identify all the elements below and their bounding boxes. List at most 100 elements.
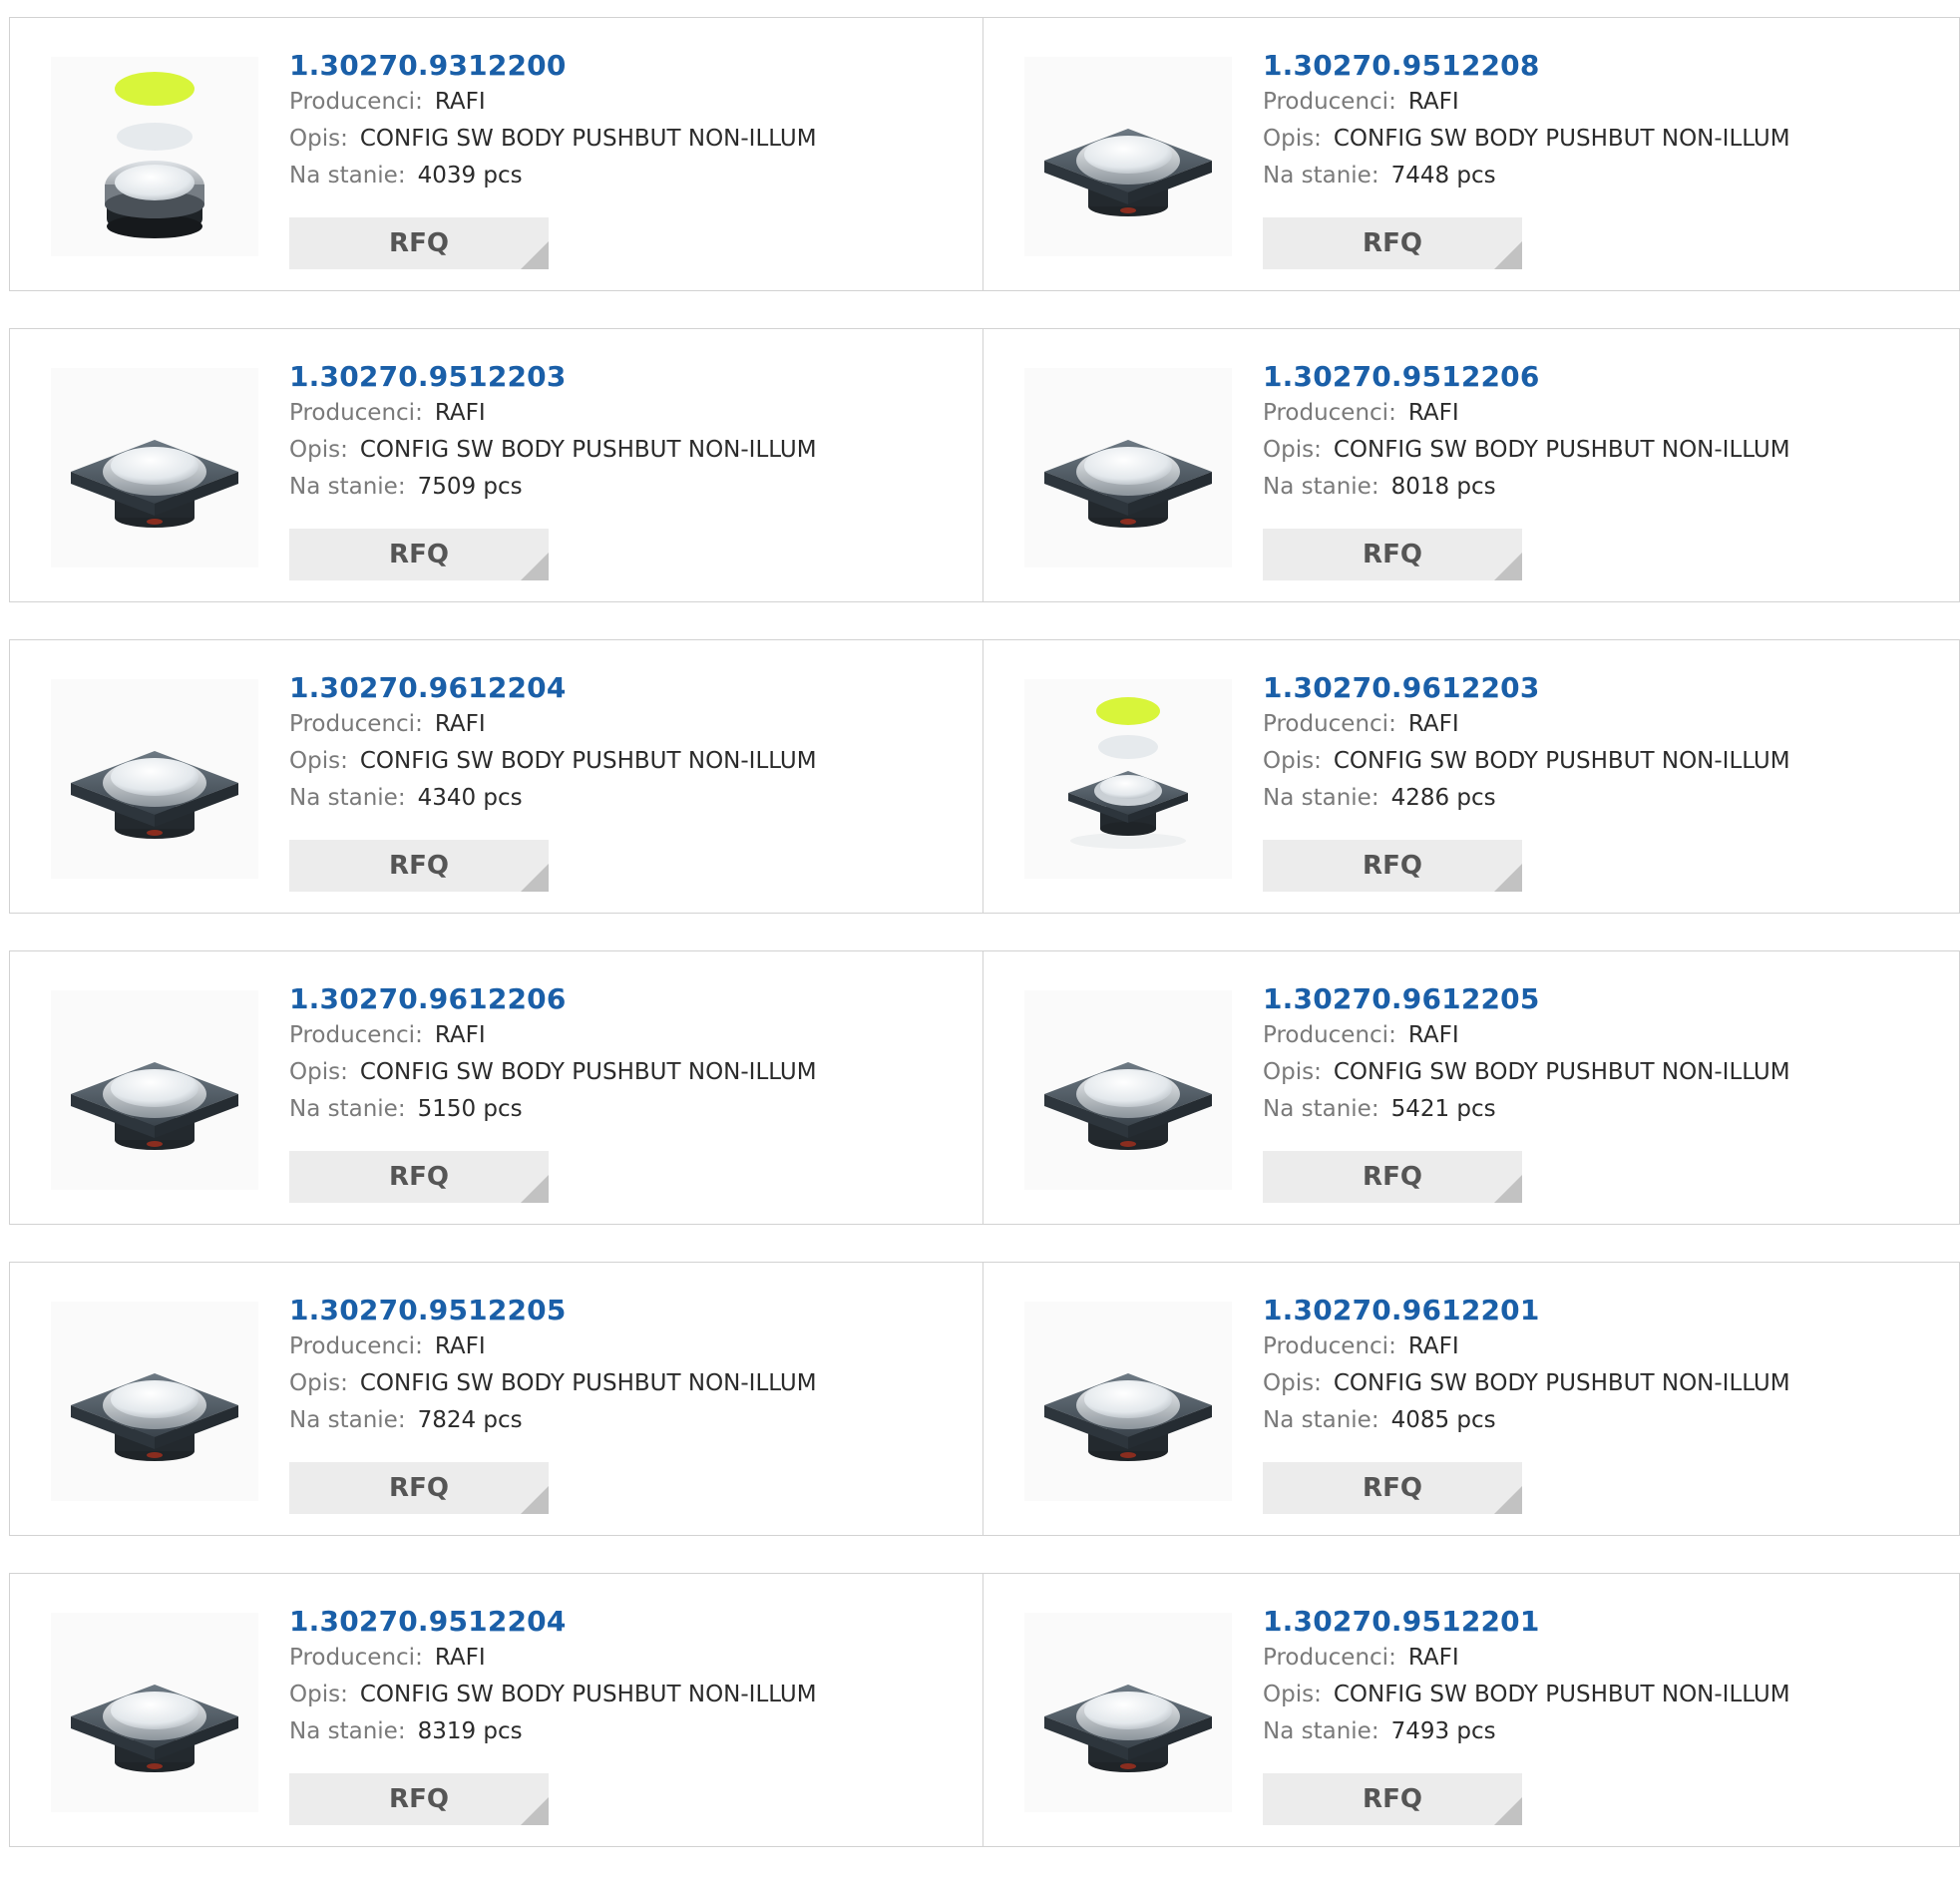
manufacturer-row: Producenci: RAFI: [1263, 84, 1790, 121]
product-grid: 1.30270.9312200 Producenci: RAFI Opis: CON…: [9, 17, 1960, 1884]
manufacturer-label: Producenci:: [289, 711, 423, 737]
part-number-link[interactable]: 1.30270.9512204: [289, 1604, 817, 1640]
description-label: Opis:: [289, 126, 348, 152]
product-image[interactable]: [51, 1302, 258, 1501]
rfq-button[interactable]: RFQ: [289, 1773, 549, 1825]
product-card: 1.30270.9612205 Producenci: RAFI Opis: CON…: [983, 950, 1960, 1225]
manufacturer-value: RAFI: [434, 89, 486, 115]
product-card: 1.30270.9612203 Producenci: RAFI Opis: CON…: [983, 639, 1960, 914]
rfq-button-label: RFQ: [389, 540, 449, 569]
manufacturer-value: RAFI: [434, 1645, 486, 1671]
corner-triangle-icon: [521, 864, 549, 892]
rfq-button-label: RFQ: [1363, 851, 1422, 881]
rfq-button[interactable]: RFQ: [1263, 840, 1522, 892]
product-row: 1.30270.9512204 Producenci: RAFI Opis: CON…: [9, 1573, 1960, 1847]
stock-row: Na stanie: 7824 pcs: [289, 1402, 817, 1439]
part-number-link[interactable]: 1.30270.9512201: [1263, 1604, 1790, 1640]
corner-triangle-icon: [521, 1486, 549, 1514]
stock-row: Na stanie: 4340 pcs: [289, 780, 817, 817]
part-number-link[interactable]: 1.30270.9612206: [289, 981, 817, 1017]
square-pushbutton-icon: [1044, 1685, 1212, 1772]
rfq-button-label: RFQ: [389, 1784, 449, 1814]
manufacturer-label: Producenci:: [289, 89, 423, 115]
stock-label: Na stanie:: [1263, 1407, 1379, 1433]
rfq-button-label: RFQ: [389, 851, 449, 881]
manufacturer-row: Producenci: RAFI: [1263, 1328, 1790, 1365]
stock-row: Na stanie: 7509 pcs: [289, 469, 817, 506]
product-image[interactable]: [1024, 368, 1232, 567]
rfq-button-label: RFQ: [1363, 1473, 1422, 1503]
stock-label: Na stanie:: [289, 1718, 406, 1744]
description-value: CONFIG SW BODY PUSHBUT NON-ILLUM: [359, 1682, 817, 1707]
description-value: CONFIG SW BODY PUSHBUT NON-ILLUM: [359, 1370, 817, 1396]
product-image[interactable]: [51, 368, 258, 567]
product-image[interactable]: [1024, 679, 1232, 879]
stock-label: Na stanie:: [1263, 474, 1379, 500]
part-number-link[interactable]: 1.30270.9612201: [1263, 1293, 1790, 1328]
product-image[interactable]: [1024, 1302, 1232, 1501]
product-image[interactable]: [51, 990, 258, 1190]
description-label: Opis:: [289, 1059, 348, 1085]
corner-triangle-icon: [1494, 1175, 1522, 1203]
part-number-link[interactable]: 1.30270.9612204: [289, 670, 817, 706]
product-card: 1.30270.9612201 Producenci: RAFI Opis: CON…: [983, 1262, 1960, 1536]
rfq-button[interactable]: RFQ: [1263, 1151, 1522, 1203]
part-number-link[interactable]: 1.30270.9312200: [289, 48, 817, 84]
rfq-button[interactable]: RFQ: [289, 1151, 549, 1203]
description-value: CONFIG SW BODY PUSHBUT NON-ILLUM: [1333, 1682, 1790, 1707]
stock-row: Na stanie: 4286 pcs: [1263, 780, 1790, 817]
manufacturer-value: RAFI: [1407, 1333, 1459, 1359]
description-row: Opis: CONFIG SW BODY PUSHBUT NON-ILLUM: [1263, 432, 1790, 469]
product-info: 1.30270.9512201 Producenci: RAFI Opis: CON…: [1263, 1604, 1790, 1750]
product-image[interactable]: [1024, 990, 1232, 1190]
part-number-link[interactable]: 1.30270.9512206: [1263, 359, 1790, 395]
product-image[interactable]: [51, 57, 258, 256]
stock-row: Na stanie: 7448 pcs: [1263, 158, 1790, 194]
description-row: Opis: CONFIG SW BODY PUSHBUT NON-ILLUM: [289, 1054, 817, 1091]
product-image[interactable]: [1024, 1613, 1232, 1812]
rfq-button[interactable]: RFQ: [289, 840, 549, 892]
rfq-button[interactable]: RFQ: [289, 217, 549, 269]
manufacturer-value: RAFI: [1407, 400, 1459, 426]
manufacturer-label: Producenci:: [1263, 1022, 1396, 1048]
part-number-link[interactable]: 1.30270.9512208: [1263, 48, 1790, 84]
rfq-button[interactable]: RFQ: [1263, 1773, 1522, 1825]
product-card: 1.30270.9512208 Producenci: RAFI Opis: CON…: [983, 17, 1960, 291]
part-number-link[interactable]: 1.30270.9512203: [289, 359, 817, 395]
rfq-button[interactable]: RFQ: [1263, 217, 1522, 269]
description-value: CONFIG SW BODY PUSHBUT NON-ILLUM: [359, 126, 817, 152]
rfq-button[interactable]: RFQ: [1263, 529, 1522, 580]
manufacturer-label: Producenci:: [289, 1022, 423, 1048]
stock-value: 5421 pcs: [1390, 1096, 1496, 1122]
part-number-link[interactable]: 1.30270.9512205: [289, 1293, 817, 1328]
product-card: 1.30270.9612206 Producenci: RAFI Opis: CON…: [9, 950, 983, 1225]
manufacturer-value: RAFI: [1407, 711, 1459, 737]
part-number-link[interactable]: 1.30270.9612203: [1263, 670, 1790, 706]
rfq-button[interactable]: RFQ: [289, 529, 549, 580]
stock-value: 7509 pcs: [417, 474, 523, 500]
manufacturer-row: Producenci: RAFI: [289, 84, 817, 121]
stock-label: Na stanie:: [289, 1407, 406, 1433]
product-image[interactable]: [51, 1613, 258, 1812]
description-row: Opis: CONFIG SW BODY PUSHBUT NON-ILLUM: [289, 743, 817, 780]
square-pushbutton-icon: [1044, 1373, 1212, 1461]
product-card: 1.30270.9512205 Producenci: RAFI Opis: CON…: [9, 1262, 983, 1536]
product-image[interactable]: [51, 679, 258, 879]
product-image[interactable]: [1024, 57, 1232, 256]
manufacturer-label: Producenci:: [289, 1333, 423, 1359]
manufacturer-row: Producenci: RAFI: [1263, 1640, 1790, 1677]
rfq-button[interactable]: RFQ: [289, 1462, 549, 1514]
rfq-button-label: RFQ: [389, 1473, 449, 1503]
manufacturer-value: RAFI: [434, 1022, 486, 1048]
manufacturer-row: Producenci: RAFI: [1263, 1017, 1790, 1054]
manufacturer-value: RAFI: [1407, 1022, 1459, 1048]
part-number-link[interactable]: 1.30270.9612205: [1263, 981, 1790, 1017]
manufacturer-label: Producenci:: [1263, 1645, 1396, 1671]
stock-label: Na stanie:: [289, 163, 406, 188]
manufacturer-row: Producenci: RAFI: [289, 395, 817, 432]
rfq-button[interactable]: RFQ: [1263, 1462, 1522, 1514]
product-info: 1.30270.9612201 Producenci: RAFI Opis: CON…: [1263, 1293, 1790, 1439]
manufacturer-label: Producenci:: [1263, 89, 1396, 115]
description-row: Opis: CONFIG SW BODY PUSHBUT NON-ILLUM: [1263, 743, 1790, 780]
description-value: CONFIG SW BODY PUSHBUT NON-ILLUM: [1333, 748, 1790, 774]
